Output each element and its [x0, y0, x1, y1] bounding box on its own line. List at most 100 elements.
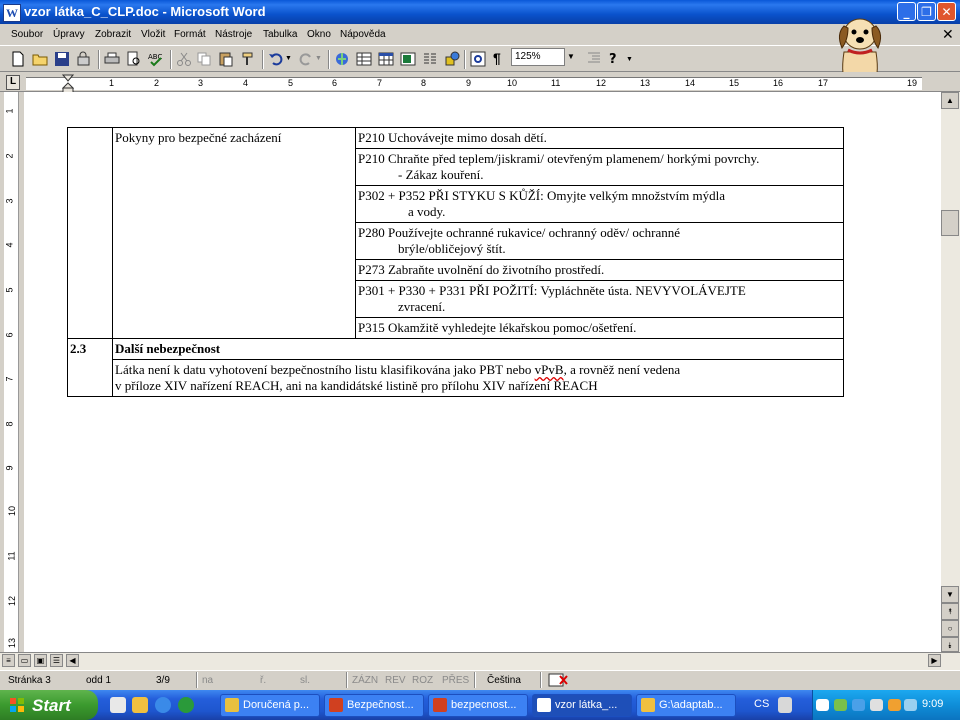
status-extend[interactable]: ROZ	[412, 675, 433, 686]
redo-dropdown-icon[interactable]: ▼	[315, 55, 322, 62]
ruler-strip[interactable]	[26, 77, 922, 90]
language-bar-icon[interactable]	[778, 697, 792, 713]
tray-network-icon[interactable]	[834, 699, 847, 711]
task-vzor-latka[interactable]: vzor látka_...	[532, 694, 632, 717]
menu-vlozit[interactable]: Vložit	[141, 29, 165, 40]
p-code: P280	[358, 225, 385, 240]
tray-update-icon[interactable]	[888, 699, 901, 711]
paste-icon[interactable]	[218, 51, 234, 67]
language-indicator[interactable]: CS	[754, 698, 769, 710]
save-icon[interactable]	[54, 51, 70, 67]
format-painter-icon[interactable]	[240, 51, 256, 67]
permission-icon[interactable]	[76, 51, 92, 67]
new-document-icon[interactable]	[10, 51, 26, 67]
normal-view-icon[interactable]: ≡	[2, 654, 15, 667]
vertical-ruler-strip[interactable]	[4, 92, 19, 652]
table-cell[interactable]: P301 + P330 + P331 PŘI POŽITÍ: Vypláchně…	[355, 280, 844, 318]
tray-security-icon[interactable]	[852, 699, 865, 711]
menu-upravy[interactable]: Úpravy	[53, 29, 85, 40]
status-overtype[interactable]: PŘES	[442, 675, 469, 686]
table-cell[interactable]: P210 Chraňte před teplem/jiskrami/ otevř…	[355, 148, 844, 186]
print-icon[interactable]	[104, 51, 120, 67]
previous-page-icon[interactable]: ⯭	[941, 603, 959, 620]
menu-okno[interactable]: Okno	[307, 29, 331, 40]
status-record[interactable]: ZÁZN	[352, 675, 378, 686]
close-button[interactable]: ✕	[937, 2, 956, 21]
tab-selector-icon[interactable]: L	[6, 75, 20, 90]
menu-napoveda[interactable]: Nápověda	[340, 29, 386, 40]
zoom-dropdown-icon[interactable]: ▼	[565, 48, 577, 66]
status-track-changes[interactable]: REV	[385, 675, 406, 686]
task-bezpecnost-2[interactable]: bezpecnost...	[428, 694, 528, 717]
redo-icon[interactable]	[298, 51, 314, 67]
document-table[interactable]: Pokyny pro bezpečné zacházení P210 Uchov…	[67, 127, 844, 397]
zoom-select[interactable]: 125%	[511, 48, 565, 66]
task-label: Doručená p...	[243, 699, 310, 711]
table-cell[interactable]: P315 Okamžitě vyhledejte lékařskou pomoc…	[355, 317, 844, 339]
table-cell[interactable]: P302 + P352 PŘI STYKU S KŮŽÍ: Omyjte vel…	[355, 185, 844, 223]
undo-dropdown-icon[interactable]: ▼	[285, 55, 292, 62]
decrease-indent-icon[interactable]	[586, 50, 602, 66]
clock[interactable]: 9:09	[922, 698, 943, 710]
insert-excel-icon[interactable]	[400, 51, 416, 67]
print-preview-icon[interactable]	[126, 51, 142, 67]
word-icon[interactable]: W	[3, 4, 21, 22]
menu-soubor[interactable]: Soubor	[11, 29, 43, 40]
menu-zobrazit[interactable]: Zobrazit	[95, 29, 131, 40]
section-number[interactable]: 2.3	[67, 338, 113, 397]
spelling-status-icon[interactable]	[548, 673, 568, 687]
scroll-right-icon[interactable]: ▶	[928, 654, 941, 667]
task-bezpecnost-1[interactable]: Bezpečnost...	[324, 694, 424, 717]
spelling-icon[interactable]: ABC	[148, 51, 164, 67]
section-text-cell[interactable]: Látka není k datu vyhotovení bezpečnostn…	[112, 359, 844, 397]
document-map-icon[interactable]	[470, 51, 486, 67]
quicklaunch-folder-icon[interactable]	[132, 697, 148, 713]
print-layout-icon[interactable]: ▣	[34, 654, 47, 667]
scroll-up-icon[interactable]: ▲	[941, 92, 959, 109]
menu-format[interactable]: Formát	[174, 29, 206, 40]
open-folder-icon[interactable]	[32, 51, 48, 67]
next-page-icon[interactable]: ⯯	[941, 637, 959, 652]
columns-icon[interactable]	[422, 51, 438, 67]
tray-volume-icon[interactable]	[870, 699, 883, 711]
copy-icon[interactable]	[196, 51, 212, 67]
quicklaunch-media-player-icon[interactable]	[178, 697, 194, 713]
restore-button[interactable]: ❐	[917, 2, 936, 21]
drawing-icon[interactable]	[444, 51, 460, 67]
tables-borders-icon[interactable]	[356, 51, 372, 67]
show-hide-pilcrow-icon[interactable]: ¶	[493, 50, 501, 66]
table-cell[interactable]: Pokyny pro bezpečné zacházení	[112, 127, 356, 339]
tray-device-icon[interactable]	[904, 699, 917, 711]
indent-marker-icon[interactable]	[62, 74, 74, 94]
section-text: v příloze XIV nařízení REACH, ani na kan…	[115, 378, 598, 393]
undo-icon[interactable]	[268, 51, 284, 67]
hyperlink-icon[interactable]	[334, 51, 350, 67]
outline-view-icon[interactable]: ☰	[50, 654, 63, 667]
status-language[interactable]: Čeština	[487, 675, 521, 686]
scroll-left-icon[interactable]: ◀	[66, 654, 79, 667]
task-inbox[interactable]: Doručená p...	[220, 694, 320, 717]
menu-nastroje[interactable]: Nástroje	[215, 29, 252, 40]
horizontal-scrollbar[interactable]	[0, 652, 960, 670]
web-layout-icon[interactable]: ▭	[18, 654, 31, 667]
table-cell[interactable]: P210 Uchovávejte mimo dosah dětí.	[355, 127, 844, 149]
select-browse-object-icon[interactable]: ○	[941, 620, 959, 637]
table-cell[interactable]: P280 Používejte ochranné rukavice/ ochra…	[355, 222, 844, 260]
vertical-scrollbar[interactable]	[940, 92, 960, 652]
document-close-icon[interactable]: ✕	[942, 27, 954, 43]
section-title[interactable]: Další nebezpečnost	[112, 338, 844, 360]
quicklaunch-ie-icon[interactable]	[155, 697, 171, 713]
quicklaunch-explorer-icon[interactable]	[110, 697, 126, 713]
toolbar-options-icon[interactable]: ▼	[626, 56, 633, 63]
insert-table-icon[interactable]	[378, 51, 394, 67]
menu-tabulka[interactable]: Tabulka	[263, 29, 297, 40]
scroll-down-icon[interactable]: ▼	[941, 586, 959, 603]
tray-mail-icon[interactable]	[816, 699, 829, 711]
task-folder[interactable]: G:\adaptab...	[636, 694, 736, 717]
table-cell[interactable]	[67, 127, 113, 339]
minimize-button[interactable]: _	[897, 2, 916, 21]
help-icon[interactable]: ?	[606, 50, 622, 66]
cut-icon[interactable]	[176, 51, 192, 67]
scrollbar-thumb[interactable]	[941, 210, 959, 236]
table-cell[interactable]: P273 Zabraňte uvolnění do životního pros…	[355, 259, 844, 281]
